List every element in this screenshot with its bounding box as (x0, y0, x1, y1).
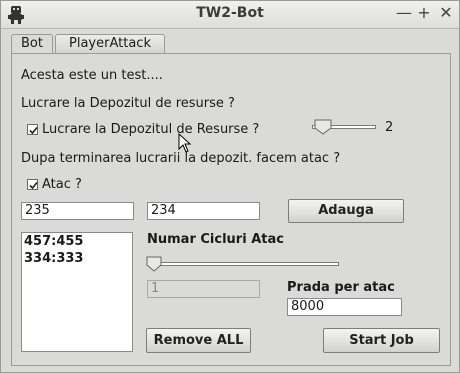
depot-checkbox[interactable] (27, 124, 38, 135)
title-bar[interactable]: TW2-Bot — + ✕ (1, 1, 459, 29)
close-button[interactable]: ✕ (437, 4, 455, 22)
add-button[interactable]: Adauga (288, 199, 404, 223)
list-item[interactable]: 334:333 (22, 250, 132, 267)
checkmark-icon (29, 126, 38, 135)
depot-slider-knob[interactable] (314, 119, 332, 135)
cycles-label: Numar Cicluri Atac (147, 232, 284, 247)
attack-checkbox[interactable] (27, 179, 38, 190)
window-title: TW2-Bot (196, 5, 264, 21)
minimize-button[interactable]: — (395, 4, 413, 22)
cycles-slider-track[interactable] (149, 262, 339, 266)
cycles-field: 1 (147, 280, 260, 298)
mouse-pointer-icon (178, 133, 192, 153)
depot-slider-value: 2 (385, 120, 394, 135)
bot-panel: Acesta este un test.... Lucrare la Depoz… (11, 53, 451, 366)
list-item[interactable]: 457:455 (22, 233, 132, 250)
remove-all-button[interactable]: Remove ALL (146, 328, 251, 353)
maximize-button[interactable]: + (415, 4, 433, 22)
cycles-slider-knob[interactable] (146, 256, 162, 272)
depot-question-label: Lucrare la Depozitul de resurse ? (21, 96, 235, 111)
attack-checkbox-label[interactable]: Atac ? (42, 177, 82, 192)
targets-list[interactable]: 457:455 334:333 (21, 232, 133, 352)
tab-bot[interactable]: Bot (11, 34, 53, 54)
tab-playerattack[interactable]: PlayerAttack (55, 34, 165, 53)
loot-input[interactable]: 8000 (287, 298, 402, 316)
coord-y-input[interactable]: 234 (147, 202, 260, 220)
loot-label: Prada per atac (287, 280, 395, 295)
test-label: Acesta este un test.... (21, 68, 163, 83)
coord-x-input[interactable]: 235 (21, 202, 134, 220)
after-depot-question-label: Dupa terminarea lucrarii la depozit. fac… (21, 151, 341, 166)
checkmark-icon (29, 181, 38, 190)
start-job-button[interactable]: Start Job (323, 328, 440, 353)
app-window: TW2-Bot — + ✕ Bot PlayerAttack Acesta es… (0, 0, 460, 373)
depot-checkbox-label[interactable]: Lucrare la Depozitul de Resurse ? (42, 122, 259, 137)
